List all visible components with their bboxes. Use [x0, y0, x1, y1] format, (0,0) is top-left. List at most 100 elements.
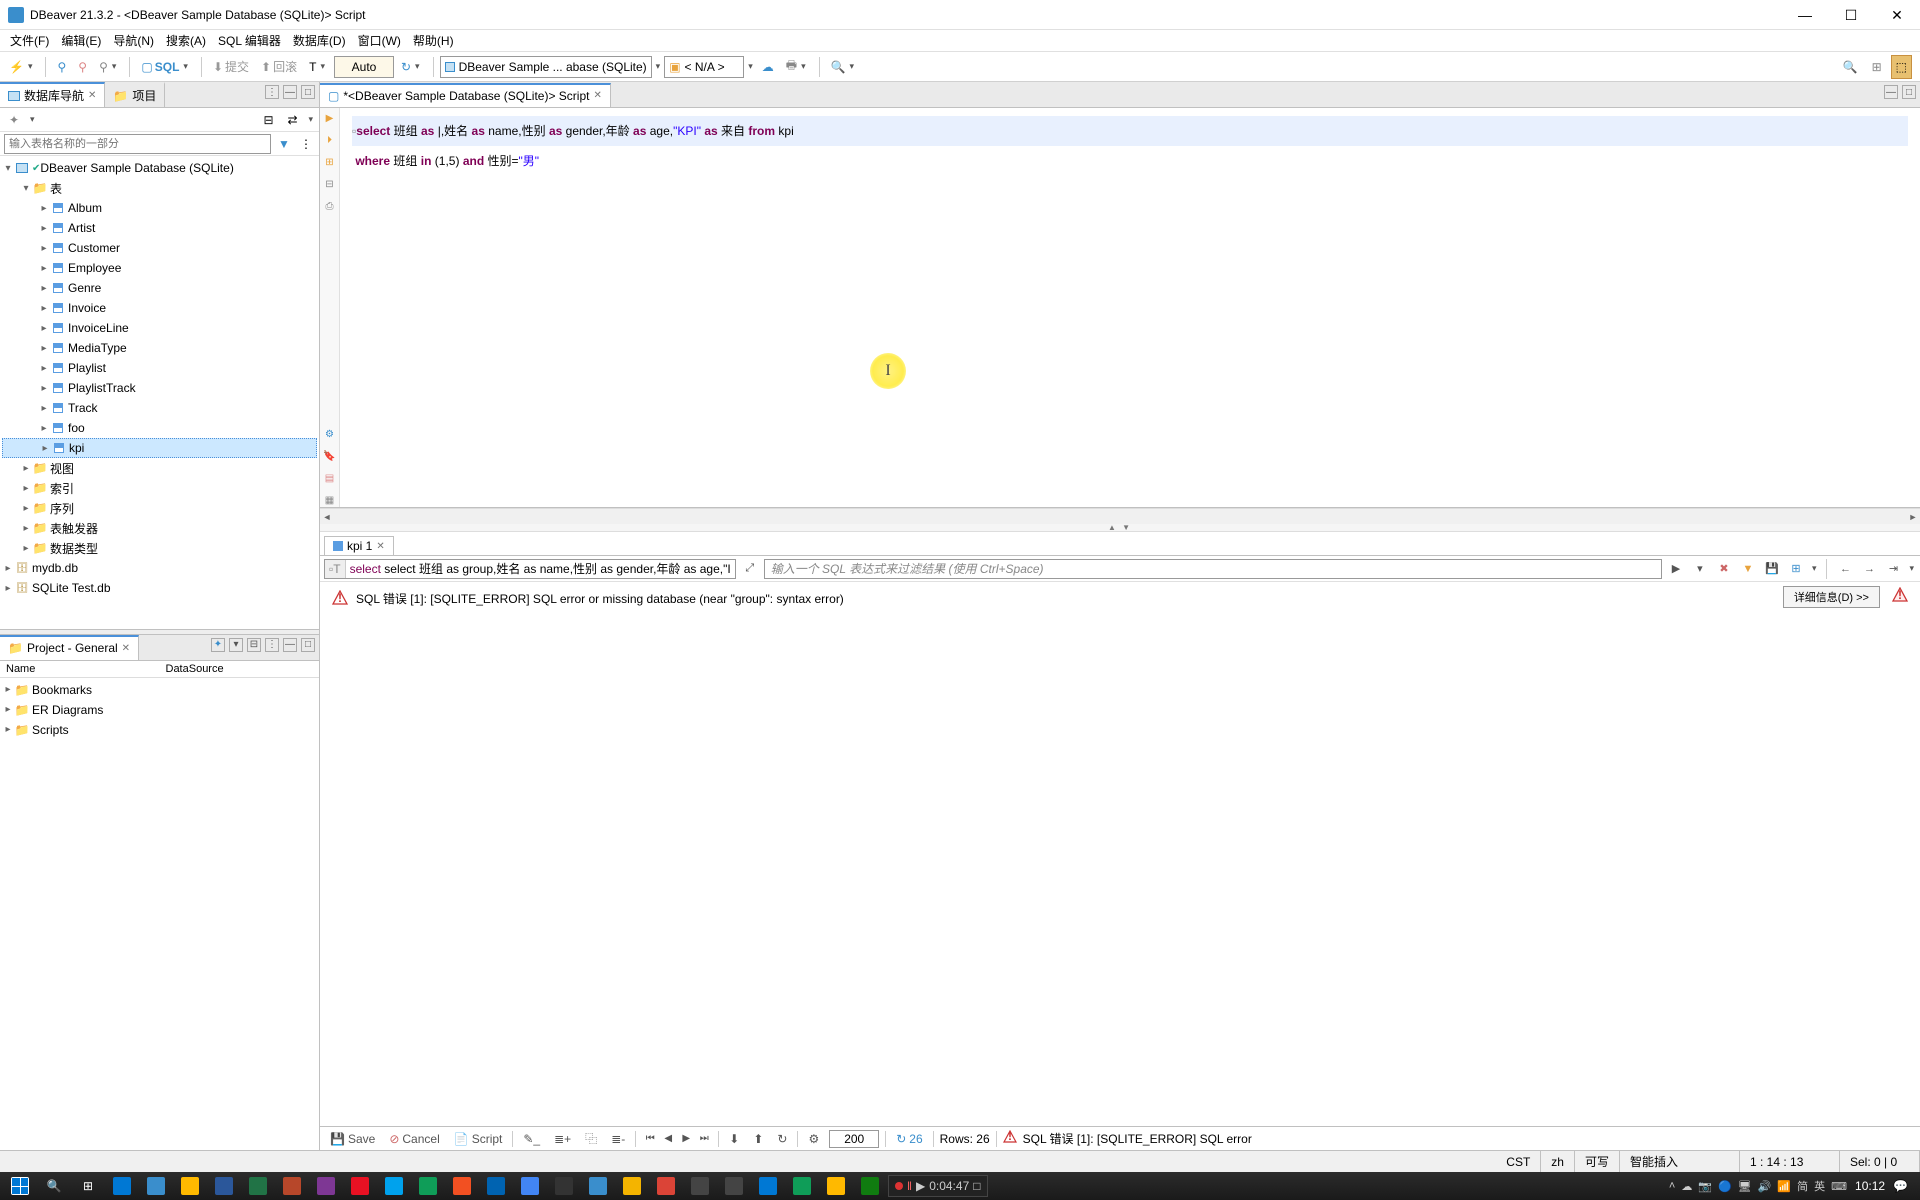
taskbar-app[interactable] — [752, 1174, 784, 1198]
project-tree[interactable]: ▸📁Bookmarks ▸📁ER Diagrams ▸📁Scripts — [0, 678, 319, 1151]
close-tab-icon[interactable]: ✕ — [593, 90, 601, 101]
nav-prev-button[interactable]: ◀ — [660, 1131, 676, 1147]
tray-icon[interactable]: 🖥 — [1738, 1180, 1752, 1193]
tree-table[interactable]: Invoice — [68, 301, 106, 315]
taskbar-app[interactable] — [242, 1174, 274, 1198]
auto-commit-select[interactable]: Auto — [334, 56, 394, 78]
custom-filter-button[interactable]: ▼ — [1738, 559, 1758, 579]
tree-table[interactable]: Genre — [68, 281, 101, 295]
results-splitter[interactable]: ▲ ▼ — [320, 524, 1920, 532]
tree-folder[interactable]: 表触发器 — [50, 520, 98, 537]
commit-button[interactable]: ⬇提交 — [208, 55, 254, 79]
expand-filter-button[interactable]: ⤢ — [740, 559, 760, 579]
project-item[interactable]: Bookmarks — [32, 683, 92, 697]
taskbar-app[interactable] — [582, 1174, 614, 1198]
tree-table[interactable]: PlaylistTrack — [68, 381, 136, 395]
taskbar-app[interactable] — [174, 1174, 206, 1198]
editor-horizontal-scrollbar[interactable]: ◄► — [320, 508, 1920, 524]
nav-first-button[interactable]: ⏮ — [642, 1131, 658, 1147]
tree-connection[interactable]: DBeaver Sample Database (SQLite) — [40, 161, 233, 175]
transaction-mode-button[interactable]: T▾ — [304, 55, 332, 79]
tree-table[interactable]: Playlist — [68, 361, 106, 375]
filter-button[interactable]: ▼ — [275, 135, 293, 153]
dbeaver-perspective-icon[interactable]: ⬚ — [1891, 55, 1912, 79]
result-tab-kpi1[interactable]: kpi 1 ✕ — [324, 536, 394, 555]
taskbar-app[interactable] — [650, 1174, 682, 1198]
error-details-button[interactable]: 详细信息(D) >> — [1783, 586, 1880, 608]
connect-button[interactable]: ⚲ — [52, 55, 71, 79]
connection-dropdown[interactable]: ▾ — [654, 61, 663, 72]
minimize-panel-button[interactable]: ― — [283, 638, 297, 652]
tab-database-navigator[interactable]: 数据库导航 ✕ — [0, 82, 105, 107]
load-plan-button[interactable]: ⎙ — [323, 200, 337, 214]
tree-connection[interactable]: SQLite Test.db — [32, 581, 111, 595]
save-button[interactable]: 💾Save — [326, 1132, 379, 1146]
nav-back-button[interactable]: ← — [1835, 559, 1855, 579]
menu-edit[interactable]: 编辑(E) — [55, 30, 107, 51]
cloud-button[interactable]: ☁ — [757, 55, 779, 79]
search-menu-button[interactable]: 🔍▾ — [826, 55, 861, 79]
perspective-button[interactable]: ⊞ — [1867, 55, 1887, 79]
menu-help[interactable]: 帮助(H) — [407, 30, 460, 51]
tree-table[interactable]: Artist — [68, 221, 95, 235]
menu-navigate[interactable]: 导航(N) — [107, 30, 160, 51]
sql-editor-button[interactable]: ▢SQL▾ — [136, 55, 195, 79]
tree-table[interactable]: Customer — [68, 241, 120, 255]
tree-table[interactable]: MediaType — [68, 341, 127, 355]
tree-table[interactable]: Track — [68, 401, 98, 415]
disconnect-button[interactable]: ⚲ — [73, 55, 92, 79]
nav-next-button[interactable]: ▶ — [678, 1131, 694, 1147]
quick-search-button[interactable]: 🔍 — [1838, 55, 1863, 79]
print-button[interactable]: 🖶▾ — [781, 55, 813, 79]
maximize-panel-button[interactable]: □ — [301, 85, 315, 99]
show-panel-button[interactable]: ▤ — [323, 471, 337, 485]
menu-database[interactable]: 数据库(D) — [287, 30, 352, 51]
tray-icon[interactable]: ☁ — [1681, 1180, 1692, 1193]
config-button[interactable]: ✦ — [211, 638, 225, 652]
tree-folder[interactable]: 数据类型 — [50, 540, 98, 557]
menu-search[interactable]: 搜索(A) — [160, 30, 212, 51]
link-editor-button[interactable]: ✦ — [4, 110, 24, 130]
close-tab-icon[interactable]: ✕ — [88, 90, 96, 101]
column-name[interactable]: Name — [0, 661, 160, 677]
nav-end-button[interactable]: ⇥ — [1883, 559, 1903, 579]
tree-table[interactable]: foo — [68, 421, 85, 435]
ime-indicator[interactable]: 简 — [1797, 1178, 1808, 1194]
filter-clear-button[interactable]: ⋮ — [297, 135, 315, 153]
maximize-button[interactable]: ☐ — [1828, 0, 1874, 30]
schema-dropdown[interactable]: ▾ — [746, 61, 755, 72]
menu-sql-editor[interactable]: SQL 编辑器 — [212, 30, 287, 51]
taskbar-app[interactable] — [276, 1174, 308, 1198]
add-row-button[interactable]: ≣+ — [550, 1132, 575, 1146]
script-button[interactable]: 📄Script — [450, 1132, 507, 1146]
system-tray[interactable]: ˄ ☁ 📷 🔵 🖥 🔊 📶 简 英 ⌨ — [1669, 1178, 1847, 1194]
maximize-panel-button[interactable]: □ — [301, 638, 315, 652]
task-view-button[interactable]: ⊞ — [72, 1174, 104, 1198]
transaction-log-button[interactable]: ↻▾ — [396, 55, 427, 79]
reload-button[interactable]: ↻ 26 — [892, 1132, 926, 1146]
table-filter-input[interactable] — [4, 134, 271, 154]
tab-projects[interactable]: 📁 项目 — [105, 82, 165, 107]
tree-folder[interactable]: 视图 — [50, 460, 74, 477]
tree-folder-tables[interactable]: 表 — [50, 180, 62, 197]
notifications-button[interactable]: 💬 — [1893, 1179, 1908, 1193]
run-script-button[interactable]: ⏵ — [323, 134, 337, 148]
menu-file[interactable]: 文件(F) — [4, 30, 55, 51]
clock[interactable]: 10:12 — [1855, 1179, 1885, 1193]
tray-icon[interactable]: 🔊 — [1758, 1180, 1772, 1193]
project-item[interactable]: Scripts — [32, 723, 69, 737]
taskbar-app[interactable] — [514, 1174, 546, 1198]
taskbar-app[interactable] — [412, 1174, 444, 1198]
nav-last-button[interactable]: ⏭ — [696, 1131, 712, 1147]
cancel-button[interactable]: ⊘Cancel — [385, 1132, 443, 1146]
apply-filter-button[interactable]: ▶ — [1666, 559, 1686, 579]
bookmark-button[interactable]: 🔖 — [323, 449, 337, 463]
taskbar-app[interactable] — [820, 1174, 852, 1198]
view-menu-button[interactable]: ⋮ — [265, 638, 279, 652]
ime-lang[interactable]: 英 — [1814, 1178, 1825, 1194]
minimize-panel-button[interactable]: ― — [283, 85, 297, 99]
execute-plan-button[interactable]: ⊟ — [323, 178, 337, 192]
reconnect-button[interactable]: ⚲▾ — [94, 55, 123, 79]
taskbar-app[interactable] — [344, 1174, 376, 1198]
close-result-tab-icon[interactable]: ✕ — [376, 541, 384, 552]
